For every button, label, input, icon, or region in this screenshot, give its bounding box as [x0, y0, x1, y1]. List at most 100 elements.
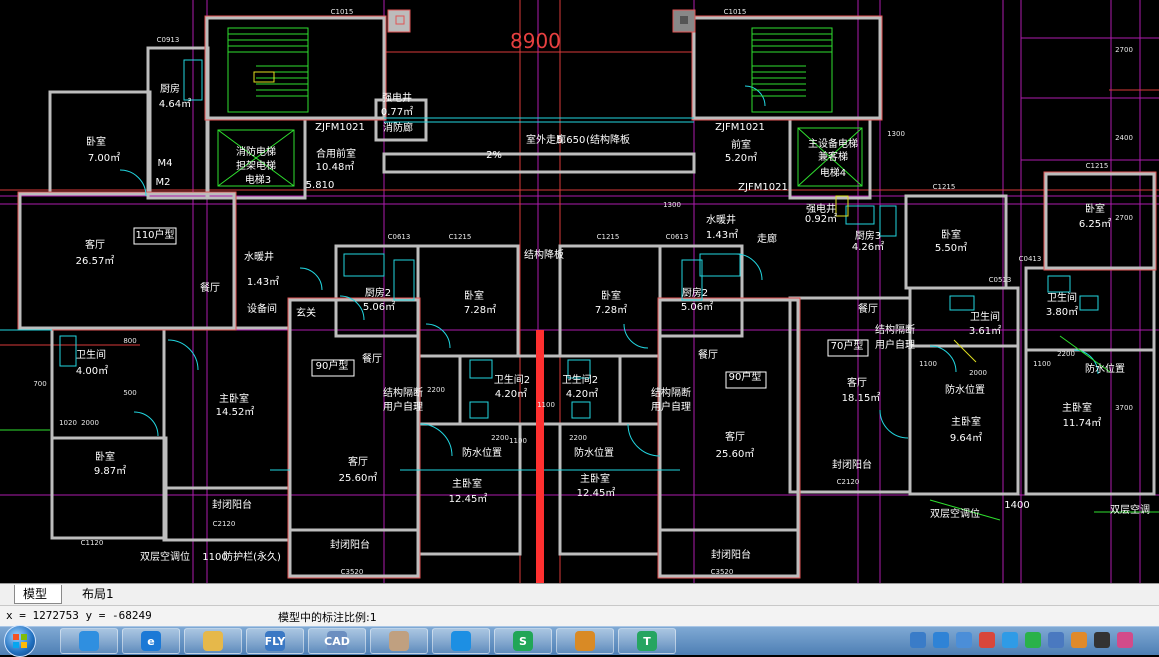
room-label: 水暖井 [244, 250, 274, 263]
room-label: 主卧室 [452, 477, 482, 490]
room-label: 封闭阳台 [330, 538, 370, 551]
room-label: 玄关 [296, 306, 316, 319]
user-tray-icon[interactable] [910, 632, 926, 648]
room-label: 7.28㎡ [595, 304, 627, 316]
room-label: 电梯3 [245, 173, 271, 186]
green-t-app-icon: T [637, 631, 657, 651]
dimension-label: 500 [123, 389, 136, 397]
room-label: 主设备电梯 [808, 137, 858, 150]
room-label: 双层空调位 [140, 550, 190, 563]
room-label: 卧室 [601, 289, 621, 302]
taskbar-app-button[interactable] [556, 628, 614, 654]
dimension-label: 1100 [1033, 360, 1051, 368]
total-dimension-label: 8900 [510, 29, 561, 53]
dimension-label: 2700 [1115, 214, 1133, 222]
volume-tray-icon[interactable] [1071, 632, 1087, 648]
dimension-label: 1100 [919, 360, 937, 368]
browser-tray-icon[interactable] [1002, 632, 1018, 648]
room-label: 卫生间2 [562, 373, 598, 386]
room-label: 强电井 [382, 91, 412, 104]
room-label: 主卧室 [580, 472, 610, 485]
taskbar-app-button[interactable]: CAD [308, 628, 366, 654]
network-signal-tray-icon[interactable] [1094, 632, 1110, 648]
wechat-tray-icon[interactable] [1025, 632, 1041, 648]
room-label: 双层空调位 [930, 507, 980, 520]
taskbar-app-button[interactable]: T [618, 628, 676, 654]
room-label: 7.28㎡ [464, 304, 496, 316]
start-button[interactable] [4, 625, 36, 657]
room-label: 厨房 [160, 82, 180, 95]
room-label: 结构降板 [524, 248, 564, 261]
room-label: 9.87㎡ [94, 465, 126, 477]
room-label: 客厅 [847, 376, 867, 389]
room-label: 结构隔断 [383, 386, 423, 399]
room-label: 前室 [731, 138, 751, 151]
green-s-app-icon: S [513, 631, 533, 651]
dimension-label: C3520 [341, 568, 364, 576]
cad-drawing-canvas[interactable]: 8900 卧室 7.00㎡ 厨房 4.64㎡ M4 M2 消防电梯 担架电梯 电梯3 合用前室 10… [0, 0, 1159, 583]
taskbar-app-button[interactable]: e [122, 628, 180, 654]
room-label: 客厅 [725, 430, 745, 443]
room-label: 卫生间 [76, 348, 106, 361]
dimension-label: 2000 [969, 369, 987, 377]
taskbar-app-button[interactable] [370, 628, 428, 654]
cloud-tray-icon[interactable] [956, 632, 972, 648]
room-label: 用户自理 [383, 400, 423, 413]
room-label: 设备间 [247, 302, 277, 315]
room-label: 5.20㎡ [725, 152, 757, 164]
room-label: 卧室 [941, 228, 961, 241]
taskbar-app-button[interactable]: FLY [246, 628, 304, 654]
room-label: 防水位置 [574, 446, 614, 459]
room-label: 用户自理 [651, 400, 691, 413]
taskbar-app-button[interactable]: S [494, 628, 552, 654]
dimension-label: C0913 [157, 36, 180, 44]
chrome-tray-icon[interactable] [979, 632, 995, 648]
room-label: 用户自理 [875, 338, 915, 351]
room-label: 0.77㎡ [381, 106, 413, 118]
room-label: 双层空调 [1110, 503, 1150, 516]
room-label: 110户型 [135, 228, 174, 241]
tab-layout1[interactable]: 布局1 [74, 585, 132, 604]
room-label: 防护栏(永久) [223, 550, 281, 563]
cursor-coordinates: x = 1272753 y = -68249 [6, 609, 152, 622]
dimension-label: 1300 [663, 201, 681, 209]
taskbar-app-button[interactable] [60, 628, 118, 654]
room-label: 结构隔断 [875, 323, 915, 336]
taskbar-app-button[interactable] [432, 628, 490, 654]
room-label: 结构隔断 [651, 386, 691, 399]
room-label: ZJFM1021 [715, 122, 765, 133]
taskbar-app-button[interactable] [184, 628, 242, 654]
security-shield-tray-icon[interactable] [1048, 632, 1064, 648]
room-label: 防水位置 [1085, 362, 1125, 375]
room-label: (结构降板 [586, 133, 630, 146]
room-label: 电梯4 [820, 166, 846, 179]
room-label: ZJFM1021 [738, 182, 788, 193]
room-label: 客厅 [85, 238, 105, 251]
room-label: 封闭阳台 [212, 498, 252, 511]
input-method-tray-icon[interactable] [1117, 632, 1133, 648]
room-label: 70户型 [831, 339, 864, 352]
room-label: 厨房2 [682, 286, 708, 299]
room-label: 3.80㎡ [1046, 306, 1078, 318]
tab-model[interactable]: 模型 [14, 585, 62, 604]
room-label: 卧室 [1085, 202, 1105, 215]
room-label: 90户型 [729, 370, 762, 383]
room-label: M2 [156, 177, 171, 188]
room-label: 4.20㎡ [566, 388, 598, 400]
room-label: 担架电梯 [236, 159, 276, 172]
dimension-label: 700 [33, 380, 46, 388]
room-label: 1400 [1004, 500, 1029, 511]
room-label: 卫生间 [970, 310, 1000, 323]
room-label: 12.45㎡ [449, 493, 488, 505]
status-bar: x = 1272753 y = -68249 模型中的标注比例:1 [0, 605, 1159, 627]
room-label: 5.50㎡ [935, 242, 967, 254]
pinwheel-tray-icon[interactable] [933, 632, 949, 648]
dimension-label: 1100 [537, 401, 555, 409]
room-label: 厨房2 [365, 286, 391, 299]
cad-app-icon: CAD [324, 631, 350, 651]
dimension-label: C1015 [331, 8, 354, 16]
room-label: 卫生间 [1047, 291, 1077, 304]
room-label: 26.57㎡ [76, 255, 115, 267]
room-label: 餐厅 [200, 281, 220, 294]
room-label: 兼客梯 [818, 150, 848, 163]
